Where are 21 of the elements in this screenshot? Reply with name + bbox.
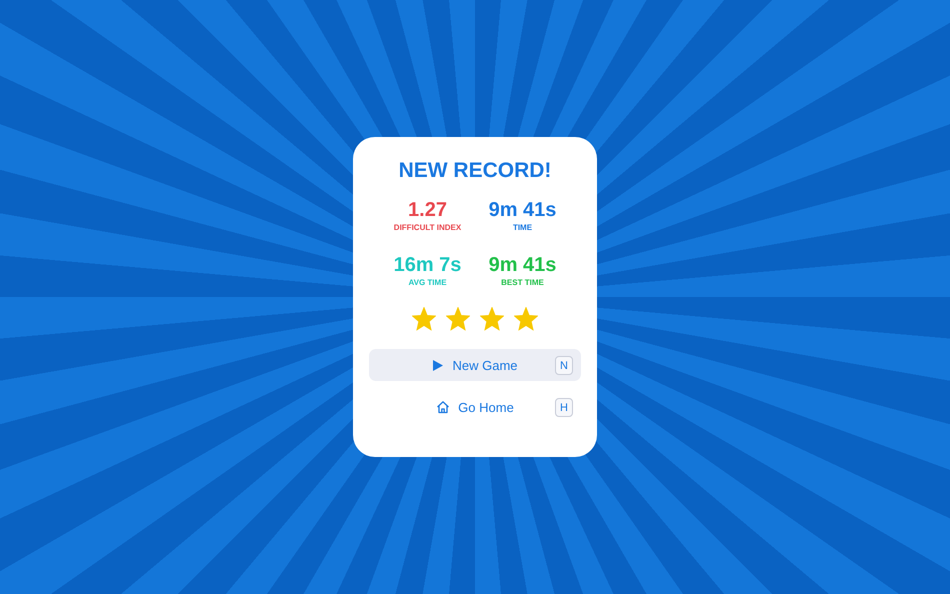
dialog-title: NEW RECORD! bbox=[398, 159, 552, 183]
stat-value: 16m 7s bbox=[394, 254, 462, 276]
star-icon bbox=[412, 307, 436, 331]
stat-label: DIFFICULT INDEX bbox=[394, 223, 462, 232]
stat-value: 9m 41s bbox=[488, 254, 556, 276]
play-icon bbox=[432, 358, 444, 372]
star-icon bbox=[480, 307, 504, 331]
action-label: New Game bbox=[452, 358, 518, 372]
action-button[interactable]: New Game N bbox=[369, 349, 581, 381]
stat-label: BEST TIME bbox=[501, 278, 544, 287]
shortcut-key: H bbox=[555, 398, 573, 417]
stat-value: 9m 41s bbox=[488, 199, 556, 221]
star-icon bbox=[514, 307, 538, 331]
stat-label: AVG TIME bbox=[408, 278, 447, 287]
stat-value: 1.27 bbox=[408, 199, 447, 221]
stat-label: TIME bbox=[512, 223, 532, 232]
shortcut-key: N bbox=[555, 356, 573, 375]
star-icon bbox=[446, 307, 470, 331]
home-icon bbox=[436, 400, 450, 414]
action-button[interactable]: Go Home H bbox=[369, 391, 581, 423]
action-label: Go Home bbox=[458, 400, 514, 414]
